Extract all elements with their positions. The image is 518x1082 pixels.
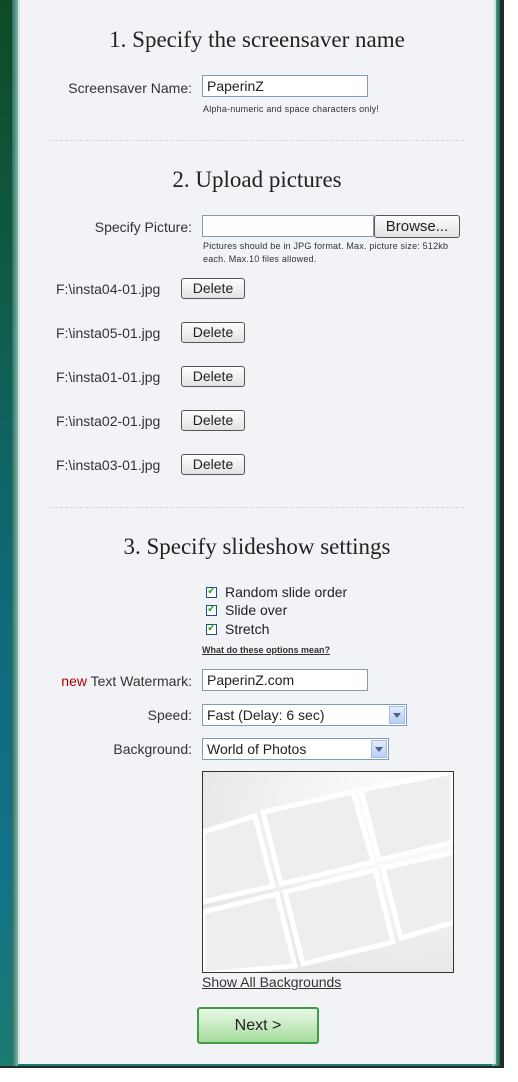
section-divider [50, 140, 464, 141]
file-item: F:\insta04-01.jpg [56, 281, 161, 297]
background-label: Background: [113, 741, 192, 757]
picture-hint-line2: each. Max.10 files allowed. [203, 254, 317, 264]
file-item: F:\insta02-01.jpg [56, 413, 161, 429]
step3-title: 3. Specify slideshow settings [123, 534, 391, 559]
background-preview-image [202, 771, 454, 973]
watermark-label: new Text Watermark: [20, 673, 192, 689]
file-item: F:\insta03-01.jpg [56, 457, 161, 473]
delete-button[interactable]: Delete [181, 278, 245, 299]
speed-selected-value: Fast (Delay: 6 sec) [207, 707, 325, 723]
delete-button[interactable]: Delete [181, 366, 245, 387]
background-selected-value: World of Photos [207, 741, 307, 757]
section-divider [50, 507, 464, 508]
chevron-down-icon[interactable] [371, 740, 387, 758]
wizard-panel: 1. Specify the screensaver name Screensa… [18, 0, 496, 1064]
screensaver-name-label: Screensaver Name: [68, 80, 192, 96]
options-help-link[interactable]: What do these options mean? [202, 645, 330, 655]
delete-button[interactable]: Delete [181, 454, 245, 475]
delete-button[interactable]: Delete [181, 322, 245, 343]
random-order-label: Random slide order [225, 584, 348, 600]
stretch-checkbox[interactable] [206, 621, 217, 635]
file-item: F:\insta01-01.jpg [56, 369, 161, 385]
browse-button[interactable]: Browse... [374, 215, 460, 238]
picture-hint-line1: Pictures should be in JPG format. Max. p… [203, 241, 449, 251]
screensaver-name-input[interactable] [202, 75, 368, 97]
picture-file-input[interactable] [202, 215, 374, 237]
next-button[interactable]: Next > [197, 1007, 319, 1044]
new-badge: new [61, 673, 87, 689]
screensaver-name-hint: Alpha-numeric and space characters only! [203, 104, 380, 114]
specify-picture-label: Specify Picture: [94, 219, 192, 235]
step1-title: 1. Specify the screensaver name [109, 27, 405, 52]
step2-title: 2. Upload pictures [172, 167, 342, 192]
background-select[interactable]: World of Photos [202, 738, 389, 760]
file-item: F:\insta05-01.jpg [56, 325, 161, 341]
speed-select[interactable]: Fast (Delay: 6 sec) [202, 704, 407, 726]
page-margin-right [504, 0, 518, 1082]
show-all-backgrounds-link[interactable]: Show All Backgrounds [202, 974, 341, 990]
watermark-input[interactable] [202, 669, 368, 691]
random-order-checkbox[interactable] [206, 584, 217, 598]
delete-button[interactable]: Delete [181, 410, 245, 431]
slide-over-checkbox[interactable] [206, 602, 217, 616]
page-margin-bottom [0, 1068, 518, 1082]
watermark-label-text: Text Watermark: [86, 673, 192, 689]
chevron-down-icon[interactable] [389, 706, 405, 724]
speed-label: Speed: [147, 707, 192, 723]
slide-over-label: Slide over [225, 602, 288, 618]
stretch-label: Stretch [225, 621, 270, 637]
preview-tiles-graphic [203, 772, 453, 972]
